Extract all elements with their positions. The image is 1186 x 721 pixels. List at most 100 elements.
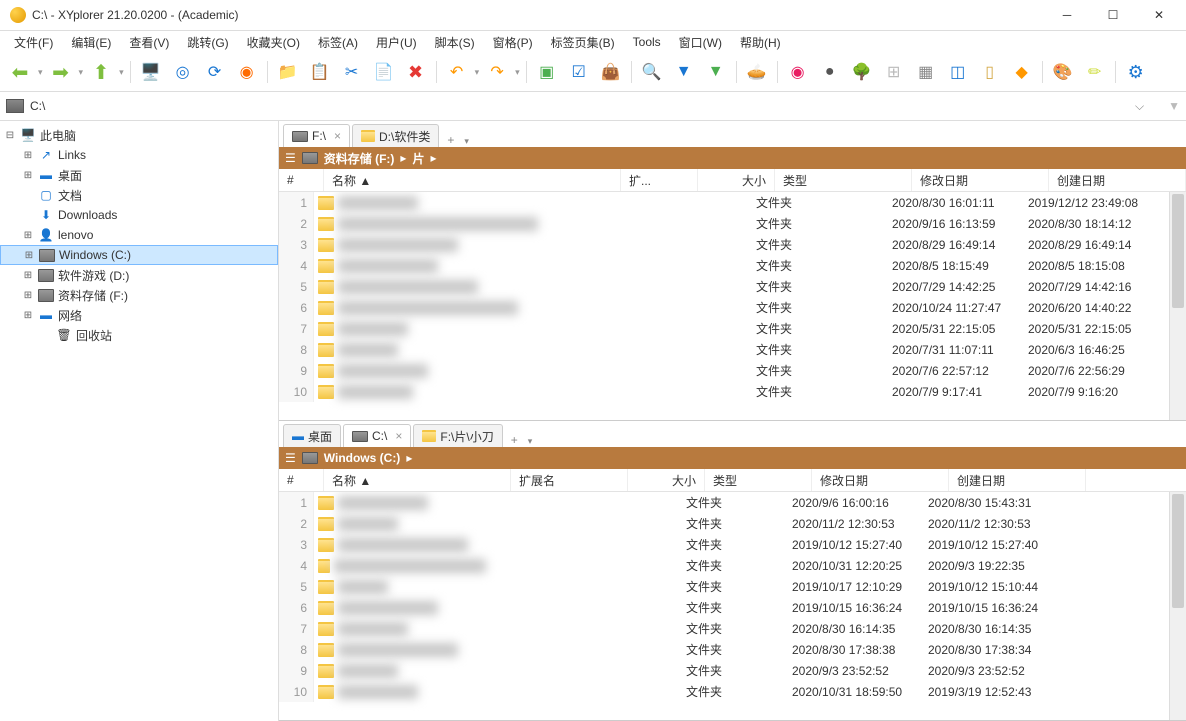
crumb-item[interactable]: Windows (C:)	[324, 451, 401, 465]
bag-icon[interactable]: 👜	[597, 58, 625, 86]
column-header[interactable]: 类型	[705, 469, 812, 491]
monitor-icon[interactable]: 🖥️	[137, 58, 165, 86]
menu-10[interactable]: Tools	[625, 33, 669, 51]
list-row[interactable]: 3文件夹2019/10/12 15:27:402019/10/12 15:27:…	[279, 534, 1169, 555]
filter-funnel-icon[interactable]: ▼	[1168, 99, 1180, 113]
tab[interactable]: C:\×	[343, 424, 411, 447]
tab-dropdown-icon[interactable]: ▾	[460, 136, 473, 147]
spiral-icon[interactable]: ◉	[784, 58, 812, 86]
tab[interactable]: F:\片\小刀	[413, 424, 502, 447]
list-row[interactable]: 9文件夹2020/7/6 22:57:122020/7/6 22:56:29	[279, 360, 1169, 381]
expand-icon[interactable]: ⊟	[4, 130, 16, 141]
menu-6[interactable]: 用户(U)	[368, 32, 425, 53]
list-row[interactable]: 4文件夹2020/10/31 12:20:252020/9/3 19:22:35	[279, 555, 1169, 576]
file-list[interactable]: 1文件夹2020/9/6 16:00:162020/8/30 15:43:312…	[279, 492, 1169, 720]
up-button[interactable]: ⬆	[87, 58, 115, 86]
file-list[interactable]: 1文件夹2020/8/30 16:01:112019/12/12 23:49:0…	[279, 192, 1169, 420]
list-row[interactable]: 10文件夹2020/7/9 9:17:412020/7/9 9:16:20	[279, 381, 1169, 402]
new-tab-button[interactable]: +	[441, 133, 460, 147]
tree-node[interactable]: ⊟🖥️此电脑	[0, 125, 278, 145]
brush-icon[interactable]: ✏	[1081, 58, 1109, 86]
tree-node[interactable]: ⊞软件游戏 (D:)	[0, 265, 278, 285]
menu-5[interactable]: 标签(A)	[310, 32, 366, 53]
column-header[interactable]: 名称 ▲	[324, 169, 621, 191]
split-icon[interactable]: ◫	[944, 58, 972, 86]
tree-node[interactable]: ⊞▬桌面	[0, 165, 278, 185]
menu-2[interactable]: 查看(V)	[121, 32, 177, 53]
copy-icon[interactable]: 📋	[306, 58, 334, 86]
column-header[interactable]: 大小	[628, 469, 705, 491]
breadcrumb[interactable]: ☰Windows (C:)▸	[279, 447, 1186, 469]
expand-icon[interactable]: ⊞	[22, 310, 34, 321]
panel-icon[interactable]: ▯	[976, 58, 1004, 86]
chevron-right-icon[interactable]: ▸	[400, 151, 406, 165]
column-header[interactable]: 扩...	[621, 169, 698, 191]
menu-9[interactable]: 标签页集(B)	[543, 32, 623, 53]
filter-icon[interactable]: ▼	[670, 58, 698, 86]
tree-node[interactable]: ⬇Downloads	[0, 205, 278, 225]
tree-node[interactable]: ▢文档	[0, 185, 278, 205]
expand-icon[interactable]: ⊞	[22, 170, 34, 181]
column-header[interactable]: 大小	[698, 169, 775, 191]
minimize-button[interactable]: ─	[1044, 0, 1090, 30]
play-icon[interactable]: ◉	[233, 58, 261, 86]
scrollbar[interactable]	[1169, 492, 1186, 720]
tab[interactable]: F:\×	[283, 124, 350, 147]
tab-dropdown-icon[interactable]: ▾	[524, 436, 537, 447]
tree-node[interactable]: ⊞▬网络	[0, 305, 278, 325]
column-header[interactable]: 名称 ▲	[324, 469, 511, 491]
close-button[interactable]: ✕	[1136, 0, 1182, 30]
address-bar[interactable]: C:\ ⌵ ▼	[0, 92, 1186, 121]
menu-12[interactable]: 帮助(H)	[732, 32, 789, 53]
list-row[interactable]: 9文件夹2020/9/3 23:52:522020/9/3 23:52:52	[279, 660, 1169, 681]
list-row[interactable]: 2文件夹2020/9/16 16:13:592020/8/30 18:14:12	[279, 213, 1169, 234]
menu-1[interactable]: 编辑(E)	[63, 32, 119, 53]
breadcrumb[interactable]: ☰资料存储 (F:)▸片▸	[279, 147, 1186, 169]
column-header[interactable]: 修改日期	[912, 169, 1049, 191]
list-row[interactable]: 5文件夹2019/10/17 12:10:292019/10/12 15:10:…	[279, 576, 1169, 597]
list-row[interactable]: 7文件夹2020/5/31 22:15:052020/5/31 22:15:05	[279, 318, 1169, 339]
list-row[interactable]: 8文件夹2020/7/31 11:07:112020/6/3 16:46:25	[279, 339, 1169, 360]
checkbox-icon[interactable]: ☑	[565, 58, 593, 86]
undo-icon[interactable]: ↶	[443, 58, 471, 86]
list-row[interactable]: 3文件夹2020/8/29 16:49:142020/8/29 16:49:14	[279, 234, 1169, 255]
search-icon[interactable]: 🔍	[638, 58, 666, 86]
close-tab-icon[interactable]: ×	[395, 429, 402, 443]
book-icon[interactable]: ◆	[1008, 58, 1036, 86]
list-row[interactable]: 8文件夹2020/8/30 17:38:382020/8/30 17:38:34	[279, 639, 1169, 660]
new-tab-button[interactable]: +	[505, 433, 524, 447]
gear-icon[interactable]: ⚙	[1122, 58, 1150, 86]
tab[interactable]: D:\软件类	[352, 124, 439, 147]
tree-node[interactable]: ⊞Windows (C:)	[0, 245, 278, 265]
tree-node[interactable]: 🗑回收站	[0, 325, 278, 345]
cut-icon[interactable]: ✂	[338, 58, 366, 86]
maximize-button[interactable]: ☐	[1090, 0, 1136, 30]
pie-icon[interactable]: 🥧	[743, 58, 771, 86]
burger-icon[interactable]: ☰	[285, 451, 296, 465]
column-header[interactable]: 创建日期	[949, 469, 1086, 491]
crumb-item[interactable]: 资料存储 (F:)	[324, 150, 395, 167]
scrollbar[interactable]	[1169, 192, 1186, 420]
column-header[interactable]: 创建日期	[1049, 169, 1186, 191]
expand-icon[interactable]: ⊞	[22, 270, 34, 281]
menu-0[interactable]: 文件(F)	[6, 32, 61, 53]
new-folder-icon[interactable]: 📁	[274, 58, 302, 86]
expand-icon[interactable]: ⊞	[23, 250, 35, 261]
grid-icon[interactable]: ⊞	[880, 58, 908, 86]
list-row[interactable]: 5文件夹2020/7/29 14:42:252020/7/29 14:42:16	[279, 276, 1169, 297]
details-icon[interactable]: ▦	[912, 58, 940, 86]
column-header[interactable]: 扩展名	[511, 469, 628, 491]
expand-icon[interactable]: ⊞	[22, 230, 34, 241]
burger-icon[interactable]: ☰	[285, 151, 296, 165]
list-row[interactable]: 1文件夹2020/9/6 16:00:162020/8/30 15:43:31	[279, 492, 1169, 513]
folder-tree[interactable]: ⊟🖥️此电脑⊞↗Links⊞▬桌面▢文档⬇Downloads⊞👤lenovo⊞W…	[0, 121, 279, 721]
tree-icon[interactable]: 🌳	[848, 58, 876, 86]
column-header[interactable]: 类型	[775, 169, 912, 191]
menu-3[interactable]: 跳转(G)	[179, 32, 236, 53]
close-tab-icon[interactable]: ×	[334, 129, 341, 143]
tree-node[interactable]: ⊞👤lenovo	[0, 225, 278, 245]
list-row[interactable]: 6文件夹2020/10/24 11:27:472020/6/20 14:40:2…	[279, 297, 1169, 318]
tree-node[interactable]: ⊞↗Links	[0, 145, 278, 165]
list-row[interactable]: 2文件夹2020/11/2 12:30:532020/11/2 12:30:53	[279, 513, 1169, 534]
forward-button[interactable]: ➡	[47, 58, 75, 86]
